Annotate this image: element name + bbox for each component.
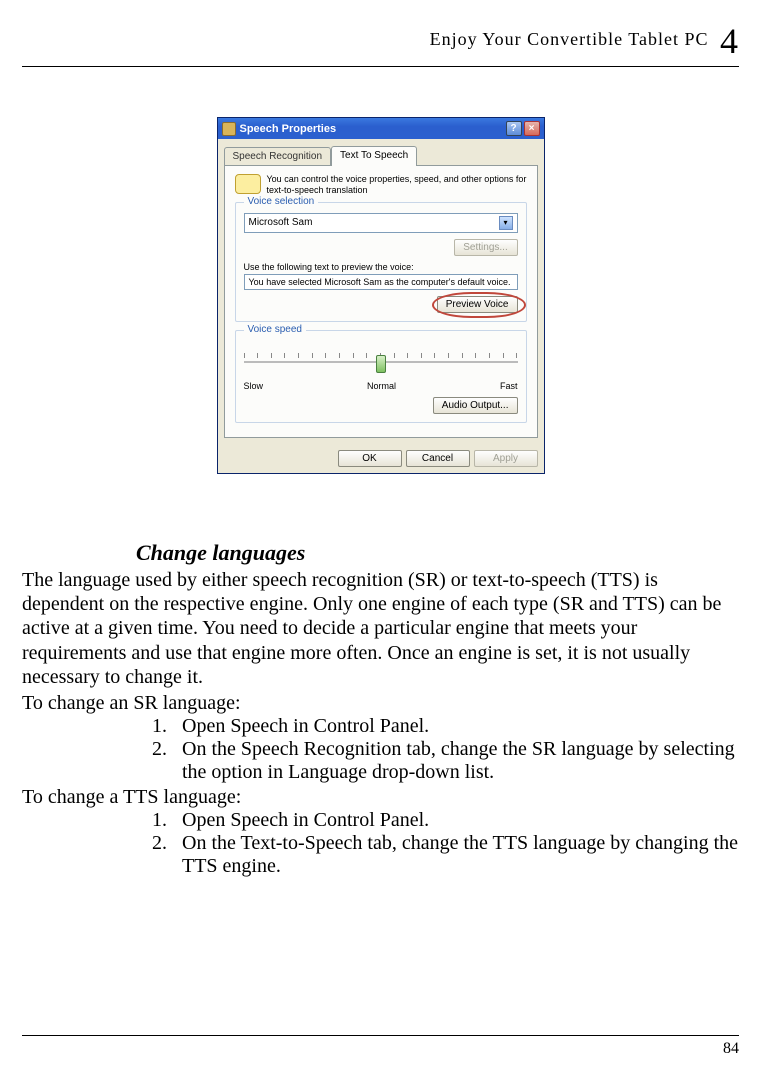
titlebar: Speech Properties ? × [218,118,544,139]
list-item: On the Speech Recognition tab, change th… [172,738,739,784]
speed-slider[interactable] [244,347,518,375]
chapter-number: 4 [720,21,739,61]
body-paragraph: The language used by either speech recog… [22,568,739,690]
close-button[interactable]: × [524,121,540,136]
audio-output-button[interactable]: Audio Output... [433,397,518,414]
tts-steps: Open Speech in Control Panel. On the Tex… [172,809,739,878]
highlight-circle [432,292,526,318]
dialog-figure: Speech Properties ? × Speech Recognition… [217,117,545,474]
chevron-down-icon[interactable]: ▾ [499,216,513,230]
header-title: Enjoy Your Convertible Tablet PC [430,29,709,49]
list-item: Open Speech in Control Panel. [172,715,739,738]
tab-text-to-speech[interactable]: Text To Speech [331,146,417,166]
voice-selection-group: Voice selection Microsoft Sam ▾ Settings… [235,202,527,322]
apply-button: Apply [474,450,538,467]
sr-intro: To change an SR language: [22,692,739,715]
voice-speed-title: Voice speed [244,324,307,335]
tts-intro: To change a TTS language: [22,786,739,809]
sr-steps: Open Speech in Control Panel. On the Spe… [172,715,739,784]
cancel-button[interactable]: Cancel [406,450,470,467]
speed-fast-label: Fast [500,381,518,391]
app-icon [222,122,236,136]
voice-speed-group: Voice speed Slow Normal Fast Audio Outpu… [235,330,527,423]
speed-slow-label: Slow [244,381,264,391]
settings-button: Settings... [454,239,518,256]
speech-bubble-icon [235,174,261,194]
voice-select[interactable]: Microsoft Sam ▾ [244,213,518,233]
ok-button[interactable]: OK [338,450,402,467]
page-header: Enjoy Your Convertible Tablet PC 4 [22,20,739,67]
preview-label: Use the following text to preview the vo… [244,262,518,272]
help-button[interactable]: ? [506,121,522,136]
voice-selection-title: Voice selection [244,196,319,207]
list-item: Open Speech in Control Panel. [172,809,739,832]
section-heading: Change languages [136,540,739,566]
page-number: 84 [723,1040,739,1057]
dialog-button-row: OK Cancel Apply [218,444,544,473]
dialog-title: Speech Properties [240,123,506,135]
page-footer: 84 [22,1035,739,1058]
voice-select-value: Microsoft Sam [249,217,313,228]
speed-normal-label: Normal [367,381,396,391]
list-item: On the Text-to-Speech tab, change the TT… [172,832,739,878]
intro-text: You can control the voice properties, sp… [267,174,527,196]
speech-properties-dialog: Speech Properties ? × Speech Recognition… [217,117,545,474]
tab-speech-recognition[interactable]: Speech Recognition [224,147,332,165]
tab-strip: Speech Recognition Text To Speech [218,139,544,165]
slider-thumb[interactable] [376,355,386,373]
preview-textbox[interactable]: You have selected Microsoft Sam as the c… [244,274,518,290]
tab-panel: You can control the voice properties, sp… [224,165,538,438]
